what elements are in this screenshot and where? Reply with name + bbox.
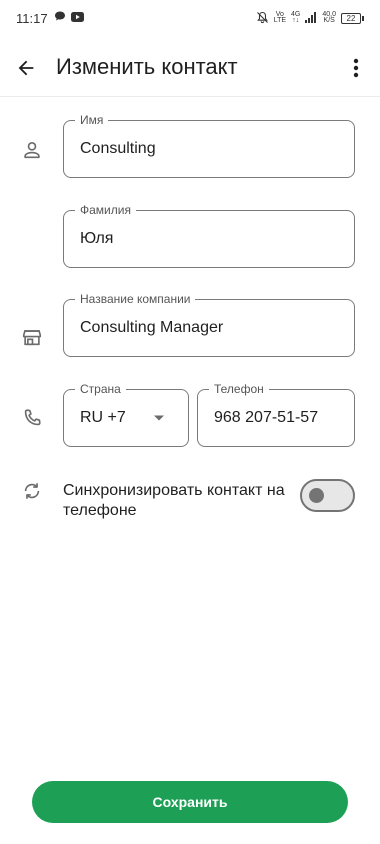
phone-field[interactable]: Телефон 968 207-51-57 — [197, 382, 355, 447]
store-icon — [20, 325, 44, 349]
sync-contact-toggle[interactable] — [300, 479, 355, 512]
sync-contact-label: Синхронизировать контакт на телефоне — [63, 482, 285, 519]
person-icon — [20, 138, 44, 162]
status-bar: 11:17 Vo LTE 4G ↑↓ 40,0 K/S 22 — [0, 0, 380, 36]
more-vert-icon — [353, 58, 359, 78]
signal-icon — [305, 11, 317, 25]
chat-notification-icon — [54, 9, 66, 27]
toggle-knob — [309, 488, 324, 503]
last-name-value: Юля — [80, 230, 114, 247]
status-time: 11:17 — [16, 10, 48, 26]
youtube-notification-icon — [70, 9, 84, 27]
battery-level: 22 — [341, 12, 361, 24]
country-select[interactable]: Страна RU +7 — [63, 382, 189, 447]
more-options-button[interactable] — [342, 52, 370, 84]
last-name-field[interactable]: Фамилия Юля — [63, 203, 355, 268]
back-button[interactable] — [10, 52, 42, 84]
battery-icon: 22 — [341, 12, 364, 24]
company-field[interactable]: Название компании Consulting Manager — [63, 292, 355, 357]
first-name-value: Consulting — [80, 140, 156, 157]
bell-muted-icon — [256, 11, 269, 26]
volte-indicator: Vo LTE — [273, 11, 287, 24]
country-value: RU +7 — [80, 409, 126, 426]
last-name-label: Фамилия — [75, 203, 136, 217]
phone-value: 968 207-51-57 — [214, 409, 319, 426]
phone-label: Телефон — [209, 382, 269, 396]
company-label: Название компании — [75, 292, 196, 306]
app-bar-divider — [0, 96, 380, 97]
sync-icon — [20, 479, 44, 503]
save-button[interactable]: Сохранить — [32, 781, 348, 823]
first-name-field[interactable]: Имя Consulting — [63, 113, 355, 178]
company-value: Consulting Manager — [80, 319, 224, 336]
first-name-label: Имя — [75, 113, 109, 127]
country-label: Страна — [75, 382, 126, 396]
arrow-back-icon — [18, 60, 34, 76]
network-type: 4G ↑↓ — [291, 11, 301, 24]
dropdown-arrow-icon — [154, 415, 164, 421]
network-speed: 40,0 K/S — [322, 11, 336, 24]
top-app-bar: Изменить контакт — [0, 40, 380, 96]
phone-icon — [20, 406, 44, 430]
page-title: Изменить контакт — [56, 54, 238, 79]
